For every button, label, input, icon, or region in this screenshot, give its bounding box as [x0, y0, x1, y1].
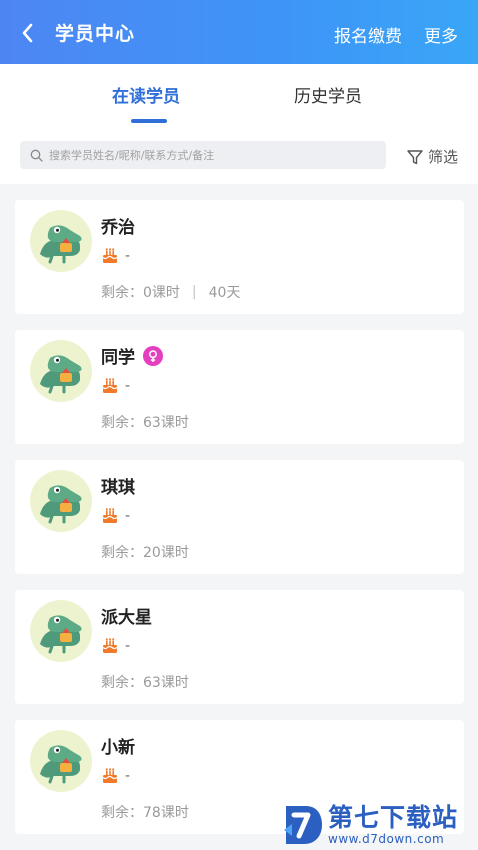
cake-icon — [101, 507, 119, 524]
crocodile-avatar-icon — [40, 225, 82, 264]
student-name: 派大星 — [101, 608, 152, 628]
avatar — [30, 340, 92, 402]
crocodile-avatar-icon — [40, 745, 82, 784]
back-button[interactable] — [20, 20, 42, 46]
remain-lessons: 63课时 — [143, 675, 189, 691]
crocodile-avatar-icon — [40, 355, 82, 394]
remain-label: 剩余： — [101, 545, 143, 561]
watermark-brand: 第七下载站 — [328, 803, 459, 832]
watermark-url: www.d7down.com — [328, 832, 445, 846]
student-card[interactable]: 同学 - 剩余： 63课时 — [15, 330, 464, 444]
remain-label: 剩余： — [101, 805, 143, 821]
remain-lessons: 63课时 — [143, 415, 189, 431]
crocodile-avatar-icon — [40, 485, 82, 524]
search-row: 筛选 — [0, 126, 478, 184]
divider: | — [191, 284, 197, 300]
crocodile-avatar-icon — [40, 615, 82, 654]
remain-days: 40天 — [208, 285, 241, 301]
site-watermark: 第七下载站 www.d7down.com — [282, 800, 478, 850]
filter-button[interactable]: 筛选 — [406, 146, 458, 167]
remain-lessons: 0课时 — [143, 285, 180, 301]
cake-icon — [101, 377, 119, 394]
d7-logo-icon — [282, 802, 324, 848]
female-symbol-icon — [143, 345, 163, 366]
avatar — [30, 470, 92, 532]
birthday-value: - — [125, 507, 131, 524]
search-input[interactable] — [49, 148, 369, 162]
tab-current-students[interactable]: 在读学员 — [112, 82, 180, 107]
cake-icon — [101, 767, 119, 784]
student-name: 乔治 — [101, 218, 135, 238]
remain-label: 剩余： — [101, 415, 143, 431]
remain-label: 剩余： — [101, 285, 143, 301]
student-card[interactable]: 派大星 - 剩余： 63课时 — [15, 590, 464, 704]
chevron-left-icon — [22, 23, 33, 43]
student-card[interactable]: 乔治 - 剩余： 0课时 | 40天 — [15, 200, 464, 314]
filter-label: 筛选 — [428, 148, 459, 166]
remain-lessons: 20课时 — [143, 545, 189, 561]
search-icon — [30, 149, 43, 162]
avatar — [30, 600, 92, 662]
search-box[interactable] — [20, 141, 386, 169]
student-name: 琪琪 — [101, 478, 135, 498]
birthday-value: - — [125, 637, 131, 654]
remain-lessons: 78课时 — [143, 805, 189, 821]
birthday-value: - — [125, 767, 131, 784]
student-name: 同学 — [101, 348, 135, 368]
student-name: 小新 — [101, 738, 135, 758]
remain-label: 剩余： — [101, 675, 143, 691]
student-card[interactable]: 琪琪 - 剩余： 20课时 — [15, 460, 464, 574]
cake-icon — [101, 247, 119, 264]
tab-history-students[interactable]: 历史学员 — [294, 82, 362, 107]
birthday-value: - — [125, 247, 131, 264]
more-button[interactable]: 更多 — [424, 22, 458, 47]
enroll-pay-button[interactable]: 报名缴费 — [334, 22, 402, 47]
cake-icon — [101, 637, 119, 654]
birthday-value: - — [125, 377, 131, 394]
tab-bar: 在读学员 历史学员 — [0, 64, 478, 126]
avatar — [30, 210, 92, 272]
app-header: 学员中心 报名缴费 更多 — [0, 0, 478, 64]
filter-icon — [407, 149, 423, 164]
avatar — [30, 730, 92, 792]
page-title: 学员中心 — [55, 23, 136, 45]
active-tab-indicator — [131, 119, 167, 123]
